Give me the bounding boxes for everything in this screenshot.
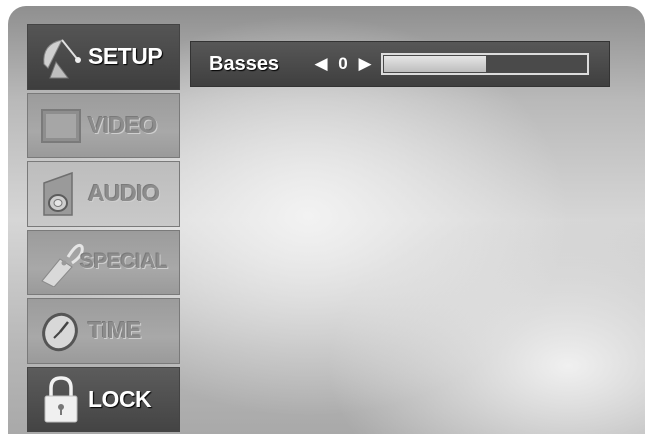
menu-item-time[interactable]: TIME bbox=[27, 298, 180, 364]
tag-icon bbox=[36, 237, 86, 288]
menu-item-special[interactable]: SPECIAL bbox=[27, 229, 180, 295]
menu-item-audio[interactable]: AUDIO bbox=[27, 161, 180, 227]
clock-icon bbox=[36, 306, 86, 356]
menu-item-video[interactable]: VIDEO bbox=[27, 92, 180, 158]
setting-value: 0 bbox=[338, 54, 348, 73]
arrow-right-icon[interactable]: ▶ bbox=[355, 54, 375, 74]
tv-screen-icon bbox=[36, 100, 86, 150]
setting-label: Basses bbox=[209, 52, 280, 75]
menu-item-setup[interactable]: SETUP bbox=[27, 24, 180, 90]
menu-item-lock[interactable]: LOCK bbox=[27, 366, 180, 432]
level-slider-fill bbox=[384, 56, 486, 72]
satellite-dish-icon bbox=[36, 32, 86, 82]
menu-sidebar: SETUP VIDEO AUDIO SPECIAL TIME LOCK bbox=[27, 24, 180, 432]
arrow-left-icon[interactable]: ◀ bbox=[311, 54, 331, 74]
padlock-icon bbox=[36, 374, 86, 424]
menu-item-label: LOCK bbox=[88, 385, 152, 412]
level-slider[interactable] bbox=[381, 53, 589, 75]
menu-item-label: SETUP bbox=[88, 43, 163, 70]
menu-item-label: SPECIAL bbox=[80, 250, 168, 274]
menu-item-label: AUDIO bbox=[88, 180, 160, 207]
menu-item-label: TIME bbox=[88, 317, 141, 344]
speaker-icon bbox=[36, 169, 86, 219]
basses-setting-row[interactable]: Basses ◀ 0 ▶ bbox=[190, 41, 610, 87]
menu-item-label: VIDEO bbox=[88, 111, 158, 138]
tv-menu-screen: SETUP VIDEO AUDIO SPECIAL TIME LOCK Bass… bbox=[8, 6, 645, 434]
